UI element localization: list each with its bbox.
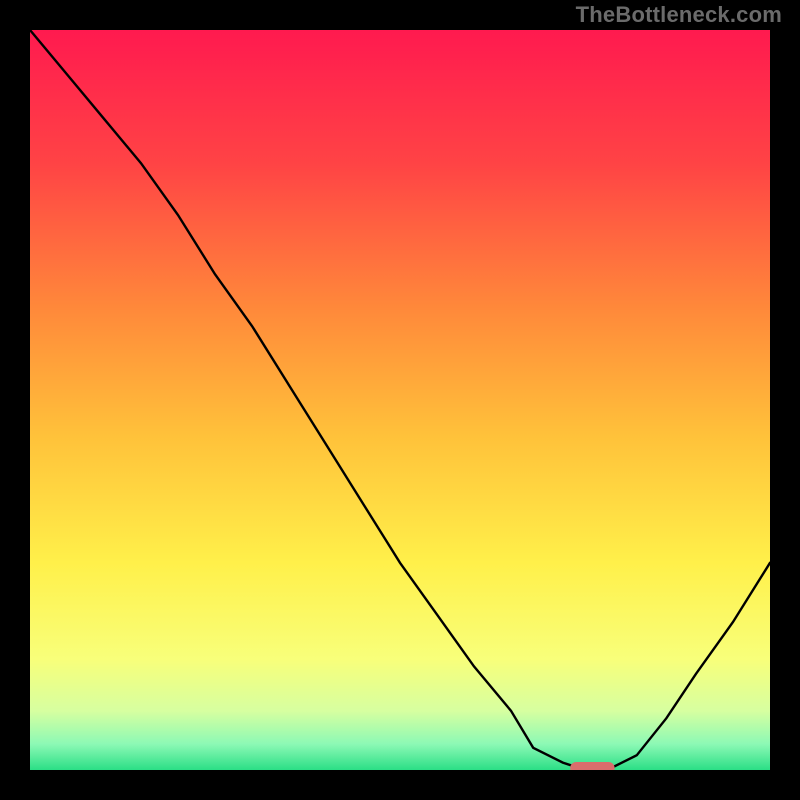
optimal-marker [570,762,614,770]
plot-area [30,30,770,770]
watermark-text: TheBottleneck.com [576,2,782,28]
chart-frame: TheBottleneck.com [0,0,800,800]
gradient-rect [30,30,770,770]
chart-svg [30,30,770,770]
